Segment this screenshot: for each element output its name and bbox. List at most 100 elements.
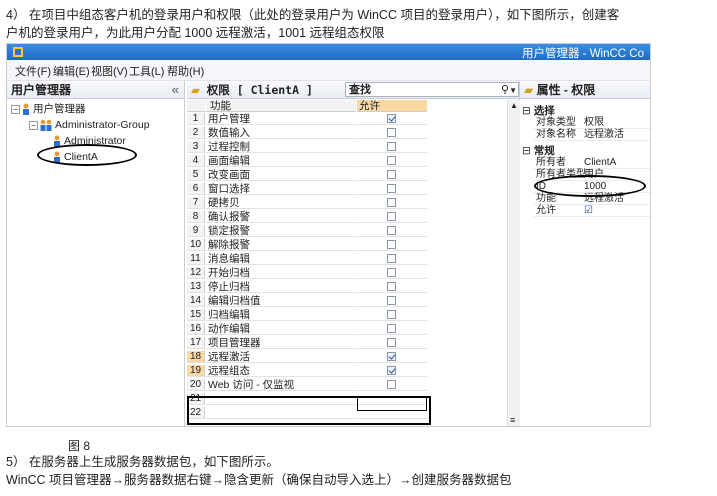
table-row[interactable]: 13 停止归档 (187, 281, 427, 293)
table-row[interactable]: 7 硬拷贝 (187, 197, 427, 209)
function-cell[interactable]: Web 访问 - 仅监视 (206, 379, 356, 391)
table-row[interactable]: 15 归档编辑 (187, 309, 427, 321)
function-cell[interactable]: 确认报警 (206, 211, 356, 223)
function-cell[interactable]: 数值输入 (206, 127, 356, 139)
function-cell[interactable]: 解除报警 (206, 239, 356, 251)
table-row[interactable]: 12 开始归档 (187, 267, 427, 279)
menu-view[interactable]: 视图(V) (91, 63, 128, 79)
scroll-grip-icon[interactable]: ≡ (510, 415, 515, 425)
table-row[interactable]: 4 画面编辑 (187, 155, 427, 167)
allow-checkbox[interactable] (387, 156, 396, 165)
function-cell[interactable]: 动作编辑 (206, 323, 356, 335)
allow-checkbox[interactable] (387, 366, 396, 375)
table-row[interactable]: 14 编辑归档值 (187, 295, 427, 307)
prop-row[interactable]: 允许 ☑ (534, 205, 650, 217)
table-row[interactable]: 19 远程组态 (187, 365, 427, 377)
clienta-annotation-ellipse (37, 144, 137, 166)
prop-row[interactable]: 所有者 ClientA (534, 157, 650, 169)
prop-row[interactable]: 对象类型 权限 (534, 117, 650, 129)
prop-row[interactable]: 对象名称 远程激活 (534, 129, 650, 141)
allow-checkbox[interactable] (387, 184, 396, 193)
chevron-down-icon[interactable]: ▼ (509, 86, 517, 95)
search-icon[interactable]: ⚲ (501, 83, 509, 96)
function-cell[interactable]: 消息编辑 (206, 253, 356, 265)
function-cell[interactable]: 停止归档 (206, 281, 356, 293)
prop-section-general[interactable]: ⊟ 常规 (522, 143, 555, 158)
table-row[interactable]: 3 过程控制 (187, 141, 427, 153)
function-cell[interactable]: 画面编辑 (206, 155, 356, 167)
allow-checkbox[interactable] (387, 226, 396, 235)
menu-help[interactable]: 帮助(H) (167, 63, 204, 79)
table-row[interactable]: 17 项目管理器 (187, 337, 427, 349)
allow-checkbox[interactable] (387, 310, 396, 319)
arrow-icon: ▰ (524, 83, 534, 97)
figure-caption: 图 8 (68, 439, 91, 453)
allow-checkbox[interactable] (387, 296, 396, 305)
row-number-header (187, 100, 205, 112)
function-cell[interactable]: 远程激活 (206, 351, 356, 363)
function-cell[interactable]: 归档编辑 (206, 309, 356, 321)
menu-bar: 文件(F) 编辑(E) 视图(V) 工具(L) 帮助(H) (7, 60, 650, 81)
function-cell[interactable]: 窗口选择 (206, 183, 356, 195)
collapse-toggle-icon[interactable]: − (29, 120, 38, 130)
allow-cell (357, 309, 427, 321)
collapse-toggle-icon[interactable]: − (11, 104, 20, 114)
menu-tools[interactable]: 工具(L) (129, 63, 164, 79)
function-cell[interactable]: 过程控制 (206, 141, 356, 153)
table-row[interactable]: 9 锁定报警 (187, 225, 427, 237)
function-cell[interactable]: 锁定报警 (206, 225, 356, 237)
row-number: 1 (187, 113, 205, 125)
allow-column-header[interactable]: 允许 (357, 100, 427, 112)
allow-checkbox[interactable] (387, 338, 396, 347)
row-number: 12 (187, 267, 205, 279)
function-cell[interactable]: 远程组态 (206, 365, 356, 377)
table-row[interactable]: 10 解除报警 (187, 239, 427, 251)
collapse-toggle-icon: ⊟ (522, 105, 531, 117)
table-row[interactable]: 2 数值输入 (187, 127, 427, 139)
prop-section-selection[interactable]: ⊟ 选择 (522, 103, 555, 118)
allow-checkbox[interactable] (387, 212, 396, 221)
allow-checkbox[interactable] (387, 128, 396, 137)
allow-checkbox[interactable] (387, 352, 396, 361)
row-number: 3 (187, 141, 205, 153)
vertical-scrollbar[interactable]: ▲ ≡ (507, 100, 520, 426)
scroll-up-icon[interactable]: ▲ (510, 101, 518, 110)
allow-checkbox[interactable] (387, 142, 396, 151)
tree-root[interactable]: − 用户管理器 (11, 102, 86, 116)
table-row[interactable]: 18 远程激活 (187, 351, 427, 363)
row-number: 19 (187, 365, 205, 377)
search-input[interactable]: 查找 (345, 82, 519, 97)
allow-checkbox[interactable] (387, 170, 396, 179)
allow-checkbox[interactable] (387, 254, 396, 263)
allow-cell (357, 239, 427, 251)
allow-checkbox[interactable] (387, 324, 396, 333)
table-row[interactable]: 11 消息编辑 (187, 253, 427, 265)
table-row[interactable]: 20 Web 访问 - 仅监视 (187, 379, 427, 391)
table-row[interactable]: 16 动作编辑 (187, 323, 427, 335)
tree-group[interactable]: − Administrator-Group (29, 118, 150, 132)
menu-file[interactable]: 文件(F) (15, 63, 51, 79)
properties-pane: ▰ 属性 - 权限 ⊟ 选择 对象类型 权限 对象名称 远程激活 ⊟ 常规 所有者 C… (520, 81, 650, 426)
table-row[interactable]: 5 改变画面 (187, 169, 427, 181)
function-cell[interactable]: 项目管理器 (206, 337, 356, 349)
allow-checkbox[interactable] (387, 198, 396, 207)
table-row[interactable]: 8 确认报警 (187, 211, 427, 223)
allow-checkbox[interactable] (387, 240, 396, 249)
allow-checkbox[interactable] (387, 268, 396, 277)
function-cell[interactable]: 改变画面 (206, 169, 356, 181)
table-row[interactable]: 6 窗口选择 (187, 183, 427, 195)
function-cell[interactable]: 用户管理 (206, 113, 356, 125)
row-number: 14 (187, 295, 205, 307)
function-cell[interactable]: 开始归档 (206, 267, 356, 279)
allow-checkbox[interactable] (387, 380, 396, 389)
step5-text: 5） 在服务器上生成服务器数据包，如下图所示。 (6, 455, 279, 469)
allow-checkbox[interactable] (387, 114, 396, 123)
function-cell[interactable]: 硬拷贝 (206, 197, 356, 209)
function-cell[interactable]: 编辑归档值 (206, 295, 356, 307)
menu-edit[interactable]: 编辑(E) (53, 63, 90, 79)
function-column-header[interactable]: 功能 (206, 100, 356, 112)
nav-pane-title: 用户管理器 (11, 83, 72, 97)
collapse-icon[interactable]: « (172, 81, 179, 99)
allow-checkbox[interactable] (387, 282, 396, 291)
table-row[interactable]: 1 用户管理 (187, 113, 427, 125)
